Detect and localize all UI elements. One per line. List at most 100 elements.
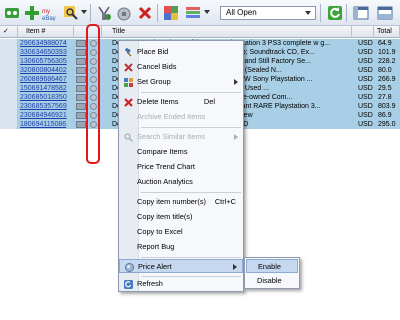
item-image-icon [76, 49, 86, 56]
menu-separator [141, 257, 241, 258]
item-currency: USD [358, 49, 373, 56]
item-number-link[interactable]: 230684946921 [20, 111, 72, 120]
item-number-link[interactable]: 320800804402 [20, 66, 72, 75]
cancel-bids-icon [124, 63, 133, 72]
my-ebay-icon[interactable]: my eBay [41, 4, 59, 22]
menu-item-cancel-bids[interactable]: Cancel Bids [119, 60, 243, 74]
menu-item-label: Place Bid [137, 47, 169, 56]
header-item-number[interactable]: Item # [18, 26, 74, 38]
menu-item-set-group[interactable]: Set Group [119, 75, 243, 89]
svg-text:eBay: eBay [42, 16, 56, 21]
gavel-icon [124, 47, 133, 57]
menu-separator [141, 127, 241, 128]
row-status-icon [0, 120, 18, 129]
refresh-icon[interactable] [326, 4, 344, 22]
submenu-arrow-icon [234, 134, 238, 140]
menu-item-copy-item-numbers[interactable]: Copy item number(s) Ctrl+C [119, 195, 243, 209]
item-image-icon [76, 58, 86, 65]
submenu-item-label: Disable [257, 276, 282, 285]
menu-item-copy-item-titles[interactable]: Copy item title(s) [119, 210, 243, 224]
toolbar-separator [346, 4, 347, 22]
menu-item-auction-analytics[interactable]: Auction Analytics [119, 175, 243, 189]
add-icon[interactable] [23, 4, 41, 22]
grid-header: ✓ Item # Title Total [0, 26, 400, 38]
toolbar-separator [157, 4, 158, 22]
item-number-link[interactable]: 150691478582 [20, 84, 72, 93]
item-image-icon [76, 76, 86, 83]
layout-icon[interactable] [352, 4, 370, 22]
context-menu: Place Bid Cancel Bids Set Group Delete I… [118, 40, 244, 292]
delete-icon[interactable] [136, 4, 154, 22]
item-total: 86.9 [378, 112, 392, 119]
item-number-link[interactable]: 230685018350 [20, 93, 72, 102]
item-currency: USD [358, 40, 373, 47]
grid-view-icon[interactable] [3, 4, 21, 22]
row-status-icon [0, 48, 18, 57]
toolbar-separator [90, 4, 91, 22]
filter-select[interactable]: All Open [220, 6, 316, 20]
menu-item-price-trend-chart[interactable]: Price Trend Chart [119, 160, 243, 174]
palette-dropdown-arrow[interactable] [204, 10, 210, 14]
search-dropdown-arrow[interactable] [81, 10, 87, 14]
item-number-link[interactable]: 330634650393 [20, 48, 72, 57]
menu-shortcut: Del [203, 97, 215, 106]
item-number-link[interactable]: 260889686467 [20, 75, 72, 84]
svg-text:my: my [42, 9, 50, 15]
item-image-icon [76, 112, 86, 119]
item-image-icon [76, 85, 86, 92]
menu-shortcut: Ctrl+C [214, 197, 236, 206]
menu-item-search-similar[interactable]: Search Similar Items [119, 130, 243, 144]
row-status-icon [0, 66, 18, 75]
menu-item-label: Search Similar Items [137, 132, 206, 141]
item-currency: USD [358, 85, 373, 92]
item-number-link[interactable]: 180694115086 [20, 120, 72, 129]
menu-item-refresh[interactable]: Refresh [119, 277, 243, 291]
row-status-icon [0, 39, 18, 48]
item-total: 295.0 [378, 121, 396, 128]
item-total: 101.9 [378, 49, 396, 56]
item-image-icon [76, 94, 86, 101]
colors-icon[interactable] [162, 4, 180, 22]
header-title[interactable]: Title [102, 26, 352, 38]
header-check-col[interactable]: ✓ [0, 26, 18, 38]
item-number-link[interactable]: 130605756305 [20, 57, 72, 66]
group-icon [124, 78, 133, 87]
row-status-icon [0, 93, 18, 102]
menu-item-label: Refresh [137, 279, 163, 288]
menu-item-compare-items[interactable]: Compare Items [119, 145, 243, 159]
header-total[interactable]: Total [374, 26, 400, 38]
submenu-item-enable[interactable]: Enable [246, 259, 298, 273]
menu-item-archive-ended-items[interactable]: Archive Ended Items [119, 110, 243, 124]
menu-item-report-bug[interactable]: Report Bug [119, 240, 243, 254]
search-icon [124, 133, 133, 142]
item-total: 64.9 [378, 40, 392, 47]
item-currency: USD [358, 67, 373, 74]
menu-item-price-alert[interactable]: Price Alert [119, 259, 243, 273]
menu-item-copy-to-excel[interactable]: Copy to Excel [119, 225, 243, 239]
item-total: 29.5 [378, 85, 392, 92]
menu-item-label: Copy to Excel [137, 227, 183, 236]
menu-separator [141, 92, 241, 93]
item-number-link[interactable]: 230685357569 [20, 102, 72, 111]
menu-item-delete-items[interactable]: Delete Items Del [119, 95, 243, 109]
window-icon[interactable] [376, 4, 394, 22]
item-currency: USD [358, 76, 373, 83]
menu-item-label: Copy item number(s) [137, 197, 206, 206]
item-total: 80.0 [378, 67, 392, 74]
lock-icon[interactable] [115, 4, 133, 22]
menu-separator [141, 192, 241, 193]
pitchfork-icon[interactable] [95, 4, 113, 22]
header-currency[interactable] [352, 26, 374, 38]
delete-icon [124, 98, 133, 107]
item-currency: USD [358, 112, 373, 119]
toolbar-separator [320, 4, 321, 22]
item-total: 266.9 [378, 76, 396, 83]
menu-item-place-bid[interactable]: Place Bid [119, 45, 243, 59]
search-icon[interactable] [62, 4, 80, 22]
row-status-icon [0, 75, 18, 84]
submenu-arrow-icon [233, 264, 237, 270]
submenu-item-disable[interactable]: Disable [246, 274, 298, 288]
palette-icon[interactable] [184, 4, 202, 22]
item-number-link[interactable]: 290634988074 [20, 39, 72, 48]
item-image-icon [76, 121, 86, 128]
